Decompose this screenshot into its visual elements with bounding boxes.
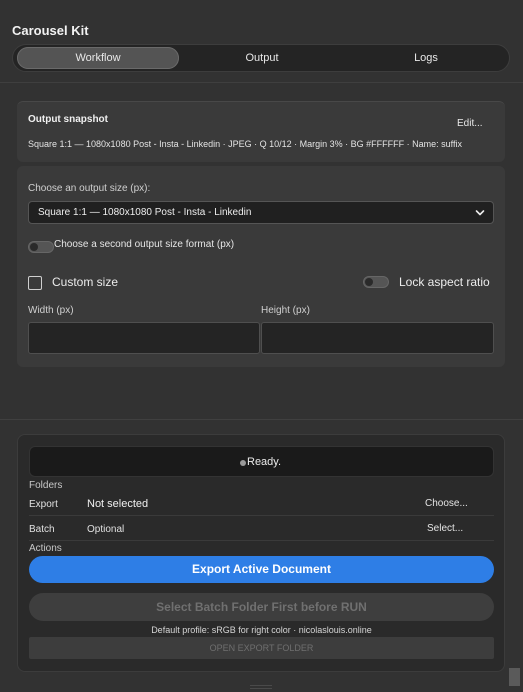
output-snapshot-panel	[17, 101, 505, 162]
row-divider	[29, 515, 494, 516]
height-label: Height (px)	[261, 305, 310, 316]
scrollbar-thumb[interactable]	[509, 668, 520, 686]
height-input[interactable]	[261, 322, 494, 354]
lock-aspect-toggle[interactable]	[363, 276, 389, 288]
batch-run-button[interactable]: Select Batch Folder First before RUN	[29, 593, 494, 621]
tab-workflow[interactable]: Workflow	[17, 47, 179, 69]
status-bar: Ready.	[29, 446, 494, 477]
custom-size-label: Custom size	[52, 275, 119, 289]
lock-aspect-label: Lock aspect ratio	[399, 275, 490, 289]
output-size-select[interactable]: Square 1:1 — 1080x1080 Post - Insta - Li…	[28, 201, 494, 224]
snapshot-title: Output snapshot	[28, 114, 108, 125]
row-divider	[29, 540, 494, 541]
snapshot-edit-link[interactable]: Edit...	[457, 118, 483, 129]
batch-folder-key: Batch	[29, 524, 55, 535]
export-active-document-button[interactable]: Export Active Document	[29, 556, 494, 583]
second-format-toggle[interactable]	[28, 241, 54, 253]
export-folder-choose-button[interactable]: Choose...	[425, 498, 468, 509]
status-text: Ready.	[247, 456, 282, 468]
export-folder-value: Not selected	[87, 498, 149, 510]
tab-logs[interactable]: Logs	[345, 47, 507, 69]
resize-grip[interactable]	[250, 685, 272, 689]
tab-output[interactable]: Output	[181, 47, 343, 69]
batch-folder-select-button[interactable]: Select...	[427, 523, 463, 534]
folders-section-label: Folders	[29, 480, 63, 491]
custom-size-checkbox[interactable]	[28, 276, 42, 290]
open-export-folder-button[interactable]: OPEN EXPORT FOLDER	[29, 637, 494, 659]
status-dot-icon	[240, 460, 246, 466]
actions-section-label: Actions	[29, 543, 62, 554]
toggle-knob	[30, 243, 38, 251]
batch-folder-value: Optional	[87, 524, 125, 535]
toggle-knob	[365, 278, 373, 286]
chevron-down-icon	[475, 210, 485, 216]
export-folder-key: Export	[29, 499, 58, 510]
snapshot-summary: Square 1:1 — 1080x1080 Post - Insta - Li…	[28, 139, 463, 149]
output-size-selected: Square 1:1 — 1080x1080 Post - Insta - Li…	[38, 207, 252, 218]
width-input[interactable]	[28, 322, 260, 354]
width-label: Width (px)	[28, 305, 74, 316]
app-title: Carousel Kit	[12, 23, 89, 38]
section-divider	[0, 419, 523, 420]
header-divider	[0, 82, 523, 83]
second-format-label: Choose a second output size format (px)	[54, 239, 235, 250]
tab-bar: Workflow Output Logs	[12, 44, 510, 72]
default-profile-note: Default profile: sRGB for right color · …	[151, 625, 372, 635]
output-size-label: Choose an output size (px):	[28, 183, 151, 194]
